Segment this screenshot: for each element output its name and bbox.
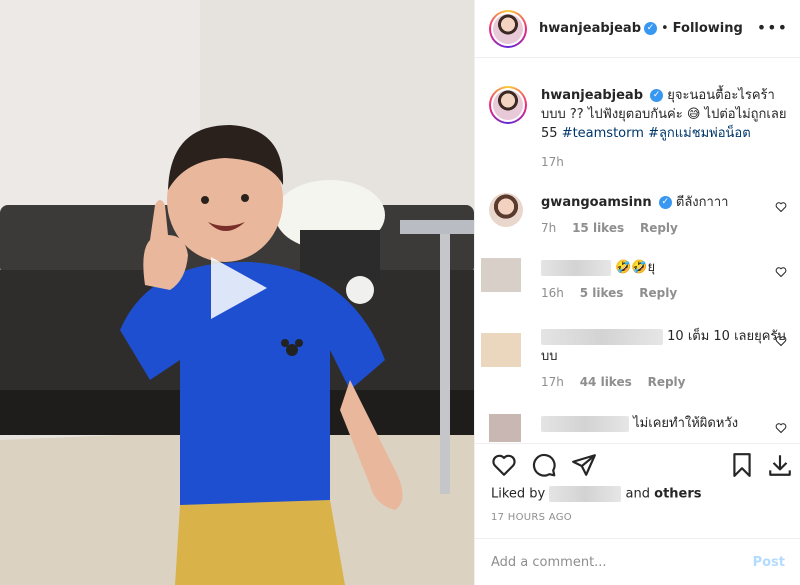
redacted-username — [541, 259, 611, 276]
hashtag-link[interactable]: #ลูกแม่ชมพ่อน็อต — [648, 126, 751, 141]
like-heart-icon[interactable] — [491, 452, 517, 478]
post-header: hwanjeabjeab ✓ • Following ••• — [475, 0, 800, 58]
comment-time: 7h — [541, 221, 557, 235]
comment-time: 17h — [541, 375, 564, 389]
comment-text: 🤣🤣ยุ — [615, 260, 656, 275]
play-icon[interactable] — [205, 255, 271, 321]
comment-likes[interactable]: 5 likes — [580, 286, 624, 300]
post-comment-button[interactable]: Post — [753, 555, 785, 570]
redacted-username — [541, 415, 629, 432]
download-icon[interactable] — [767, 452, 793, 478]
add-comment-bar: Post — [475, 538, 800, 585]
post-timestamp: 17 HOURS AGO — [491, 512, 572, 523]
caption-text-block: hwanjeabjeab ✓ ยุจะนอนตื้อะไรคร้าบบบ ?? … — [541, 86, 789, 143]
more-options-icon[interactable]: ••• — [757, 18, 788, 37]
post-action-bar — [475, 443, 800, 487]
liked-by-line: Liked by and others — [491, 486, 702, 502]
post-caption: hwanjeabjeab ✓ ยุจะนอนตื้อะไรคร้าบบบ ?? … — [489, 86, 789, 169]
comment-time: 16h — [541, 286, 564, 300]
comment-like-heart-icon[interactable] — [775, 335, 787, 347]
comment-text: ตีลังกาาา — [675, 195, 729, 210]
comment-reply-button[interactable]: Reply — [648, 375, 686, 389]
hashtag-link[interactable]: #teamstorm — [562, 126, 644, 141]
liked-by-prefix: Liked by — [491, 486, 546, 502]
verified-badge-icon: ✓ — [658, 196, 672, 209]
verified-badge-icon: ✓ — [644, 22, 657, 35]
add-comment-input[interactable] — [491, 554, 753, 570]
author-avatar[interactable] — [489, 9, 527, 48]
author-username[interactable]: hwanjeabjeab — [539, 21, 641, 36]
liked-by-others-link[interactable]: others — [654, 487, 701, 502]
caption-author-avatar[interactable] — [489, 86, 527, 124]
comment-item: 🤣🤣ยุ 16h 5 likes Reply — [481, 258, 789, 300]
post-video[interactable] — [0, 0, 474, 585]
comment-bubble-icon[interactable] — [531, 452, 557, 478]
bookmark-icon[interactable] — [729, 452, 755, 478]
comment-like-heart-icon[interactable] — [775, 201, 787, 213]
caption-username[interactable]: hwanjeabjeab — [541, 88, 643, 103]
redacted-username — [541, 328, 663, 345]
comment-item: 10 เต็ม 10 เลยยุครับบบ 17h 44 likes Repl… — [481, 327, 789, 389]
comment-avatar[interactable] — [481, 258, 521, 292]
following-button[interactable]: Following — [673, 21, 743, 36]
comment-likes[interactable]: 44 likes — [580, 375, 632, 389]
comment-avatar[interactable] — [481, 333, 521, 367]
comment-reply-button[interactable]: Reply — [640, 221, 678, 235]
share-send-icon[interactable] — [571, 452, 597, 478]
verified-badge-icon: ✓ — [650, 89, 664, 102]
post-sidebar: hwanjeabjeab ✓ • Following ••• hwanjeabj… — [474, 0, 800, 585]
redacted-liker — [549, 486, 622, 502]
comment-item: ไม่เคยทำให้ผิดหวัง — [489, 414, 789, 442]
comment-text: ไม่เคยทำให้ผิดหวัง — [633, 416, 739, 431]
header-separator: • — [661, 21, 669, 36]
comment-like-heart-icon[interactable] — [775, 422, 787, 434]
comment-item: gwangoamsinn ✓ ตีลังกาาา 7h 15 likes Rep… — [489, 193, 789, 235]
comment-username[interactable]: gwangoamsinn — [541, 195, 652, 210]
caption-time: 17h — [541, 155, 564, 169]
comment-avatar[interactable] — [489, 193, 523, 227]
comment-reply-button[interactable]: Reply — [639, 286, 677, 300]
comment-like-heart-icon[interactable] — [775, 266, 787, 278]
comment-avatar[interactable] — [489, 414, 521, 442]
comment-likes[interactable]: 15 likes — [572, 221, 624, 235]
liked-by-and: and — [625, 486, 650, 502]
